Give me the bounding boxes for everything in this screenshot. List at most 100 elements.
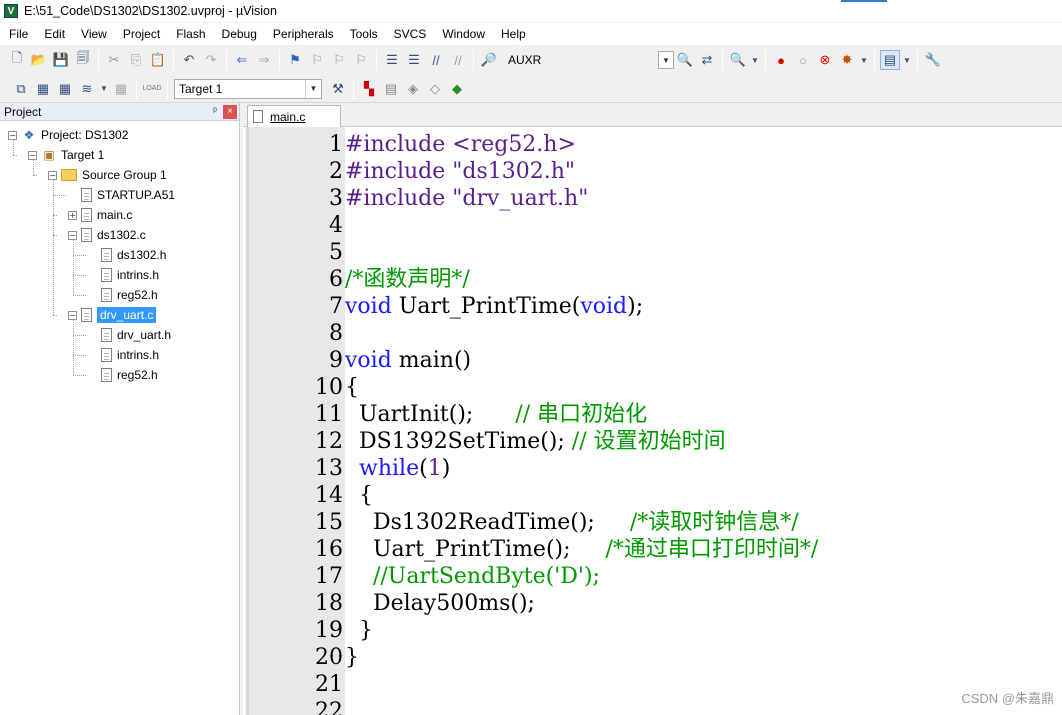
comment-icon[interactable]: //: [426, 50, 446, 70]
bookmark-icon[interactable]: ⚑: [285, 50, 305, 70]
paste-icon[interactable]: 📋: [148, 50, 168, 70]
menu-view[interactable]: View: [72, 23, 114, 45]
menu-peripherals[interactable]: Peripherals: [264, 23, 341, 45]
close-icon[interactable]: ×: [223, 104, 237, 119]
tree-item[interactable]: − ▣ Target 1: [28, 145, 104, 165]
menu-window[interactable]: Window: [433, 23, 492, 45]
code-line[interactable]: 3 #include "drv_uart.h": [249, 185, 818, 212]
code-line[interactable]: 13 while(1): [249, 455, 818, 482]
target-combo[interactable]: Target 1 ▼: [174, 78, 322, 99]
tree-item[interactable]: − ❖ Project: DS1302: [8, 125, 128, 145]
cut-icon[interactable]: ✂: [104, 50, 124, 70]
collapse-icon[interactable]: −: [68, 230, 77, 240]
chevron-down-icon[interactable]: ▼: [658, 51, 674, 69]
unindent-icon[interactable]: ☰: [404, 50, 424, 70]
code-line[interactable]: 14 {: [249, 482, 818, 509]
expand-icon[interactable]: +: [68, 210, 77, 220]
manage-run-time-icon[interactable]: ◈: [403, 79, 423, 99]
code-line[interactable]: 9 void main(): [249, 347, 818, 374]
disable-breakpoint-icon[interactable]: ○: [793, 50, 813, 70]
code-line[interactable]: 19 }: [249, 617, 818, 644]
translate-icon[interactable]: ⧉: [11, 79, 31, 99]
code-editor[interactable]: 1 #include <reg52.h> 2 #include "ds1302.h" 3…: [246, 127, 1062, 715]
menu-file[interactable]: File: [0, 23, 35, 45]
stop-build-icon[interactable]: ▦: [111, 79, 131, 99]
tree-item[interactable]: drv_uart.h: [88, 325, 171, 345]
chevron-down-icon[interactable]: ▼: [902, 50, 912, 70]
open-folder-icon[interactable]: 📂: [29, 50, 49, 70]
code-line[interactable]: 18 Delay500ms();: [249, 590, 818, 617]
find-in-files-icon[interactable]: 🔎: [479, 50, 499, 70]
prev-bookmark-icon[interactable]: ⚐: [307, 50, 327, 70]
chevron-down-icon[interactable]: ▼: [750, 50, 760, 70]
code-line[interactable]: 7 void Uart_PrintTime(void);: [249, 293, 818, 320]
tree-item[interactable]: − Source Group 1: [48, 165, 167, 185]
menu-flash[interactable]: Flash: [167, 23, 212, 45]
debug-session-icon[interactable]: 🔍: [728, 50, 748, 70]
code-line[interactable]: 2 #include "ds1302.h": [249, 158, 818, 185]
breakpoint-icon[interactable]: ●: [771, 50, 791, 70]
collapse-icon[interactable]: −: [8, 130, 17, 140]
navigate-back-icon[interactable]: ⇐: [232, 50, 252, 70]
configuration-wrench-icon[interactable]: 🔧: [923, 50, 943, 70]
batch-build-icon[interactable]: ≋: [77, 79, 97, 99]
tree-item[interactable]: − drv_uart.c: [68, 305, 157, 325]
tree-item[interactable]: STARTUP.A51: [68, 185, 175, 205]
manage-components-icon[interactable]: ▚: [359, 79, 379, 99]
tree-item[interactable]: intrins.h: [88, 265, 159, 285]
chevron-down-icon[interactable]: ▼: [99, 79, 109, 99]
diamond-green-icon[interactable]: ◆: [447, 79, 467, 99]
select-software-packs-icon[interactable]: ▤: [381, 79, 401, 99]
collapse-icon[interactable]: −: [48, 170, 57, 180]
uncomment-icon[interactable]: //: [448, 50, 468, 70]
menu-project[interactable]: Project: [114, 23, 167, 45]
navigate-forward-icon[interactable]: ⇒: [254, 50, 274, 70]
code-line[interactable]: 6/*函数声明*/: [249, 266, 818, 293]
next-bookmark-icon[interactable]: ⚐: [329, 50, 349, 70]
code-line[interactable]: 21: [249, 671, 818, 698]
tree-item[interactable]: ds1302.h: [88, 245, 166, 265]
configure-breakpoints-icon[interactable]: ✸: [837, 50, 857, 70]
window-layout-icon[interactable]: ▤: [880, 50, 900, 70]
pin-icon[interactable]: ᵖ: [207, 106, 223, 117]
code-line[interactable]: 10{: [249, 374, 818, 401]
tree-item[interactable]: reg52.h: [88, 285, 158, 305]
menu-tools[interactable]: Tools: [341, 23, 385, 45]
code-line[interactable]: 4: [249, 212, 818, 239]
build-icon[interactable]: ▦: [33, 79, 53, 99]
collapse-icon[interactable]: −: [68, 310, 77, 320]
code-line[interactable]: 1 #include <reg52.h>: [249, 131, 818, 158]
tree-item[interactable]: intrins.h: [88, 345, 159, 365]
pack-installer-icon[interactable]: ◇: [425, 79, 445, 99]
load-download-icon[interactable]: LOAD: [142, 79, 162, 99]
chevron-down-icon[interactable]: ▼: [859, 50, 869, 70]
menu-edit[interactable]: Edit: [35, 23, 72, 45]
code-line[interactable]: 20}: [249, 644, 818, 671]
menu-help[interactable]: Help: [492, 23, 533, 45]
new-file-icon[interactable]: 🗋: [7, 50, 27, 70]
save-all-icon[interactable]: 🗐: [73, 50, 93, 70]
chevron-down-icon[interactable]: ▼: [305, 79, 321, 98]
replace-icon[interactable]: ⇄: [697, 50, 717, 70]
code-line[interactable]: 15 Ds1302ReadTime(); /*读取时钟信息*/: [249, 509, 818, 536]
tree-item[interactable]: reg52.h: [88, 365, 158, 385]
find-icon[interactable]: 🔍: [675, 50, 695, 70]
code-line[interactable]: 8: [249, 320, 818, 347]
copy-icon[interactable]: ⎘: [126, 50, 146, 70]
menu-debug[interactable]: Debug: [213, 23, 264, 45]
kill-breakpoints-icon[interactable]: ⊗: [815, 50, 835, 70]
code-line[interactable]: 16 Uart_PrintTime(); /*通过串口打印时间*/: [249, 536, 818, 563]
collapse-icon[interactable]: −: [28, 150, 37, 160]
redo-icon[interactable]: ↷: [201, 50, 221, 70]
save-icon[interactable]: 💾: [51, 50, 71, 70]
undo-icon[interactable]: ↶: [179, 50, 199, 70]
rebuild-icon[interactable]: ▦: [55, 79, 75, 99]
tree-item[interactable]: − ds1302.c: [68, 225, 146, 245]
code-line[interactable]: 17 //UartSendByte('D');: [249, 563, 818, 590]
code-line[interactable]: 12 DS1392SetTime(); // 设置初始时间: [249, 428, 818, 455]
clear-bookmarks-icon[interactable]: ⚐: [351, 50, 371, 70]
code-line[interactable]: 22: [249, 698, 818, 715]
tab-main-c[interactable]: main.c: [247, 105, 341, 127]
code-line[interactable]: 5: [249, 239, 818, 266]
indent-icon[interactable]: ☰: [382, 50, 402, 70]
